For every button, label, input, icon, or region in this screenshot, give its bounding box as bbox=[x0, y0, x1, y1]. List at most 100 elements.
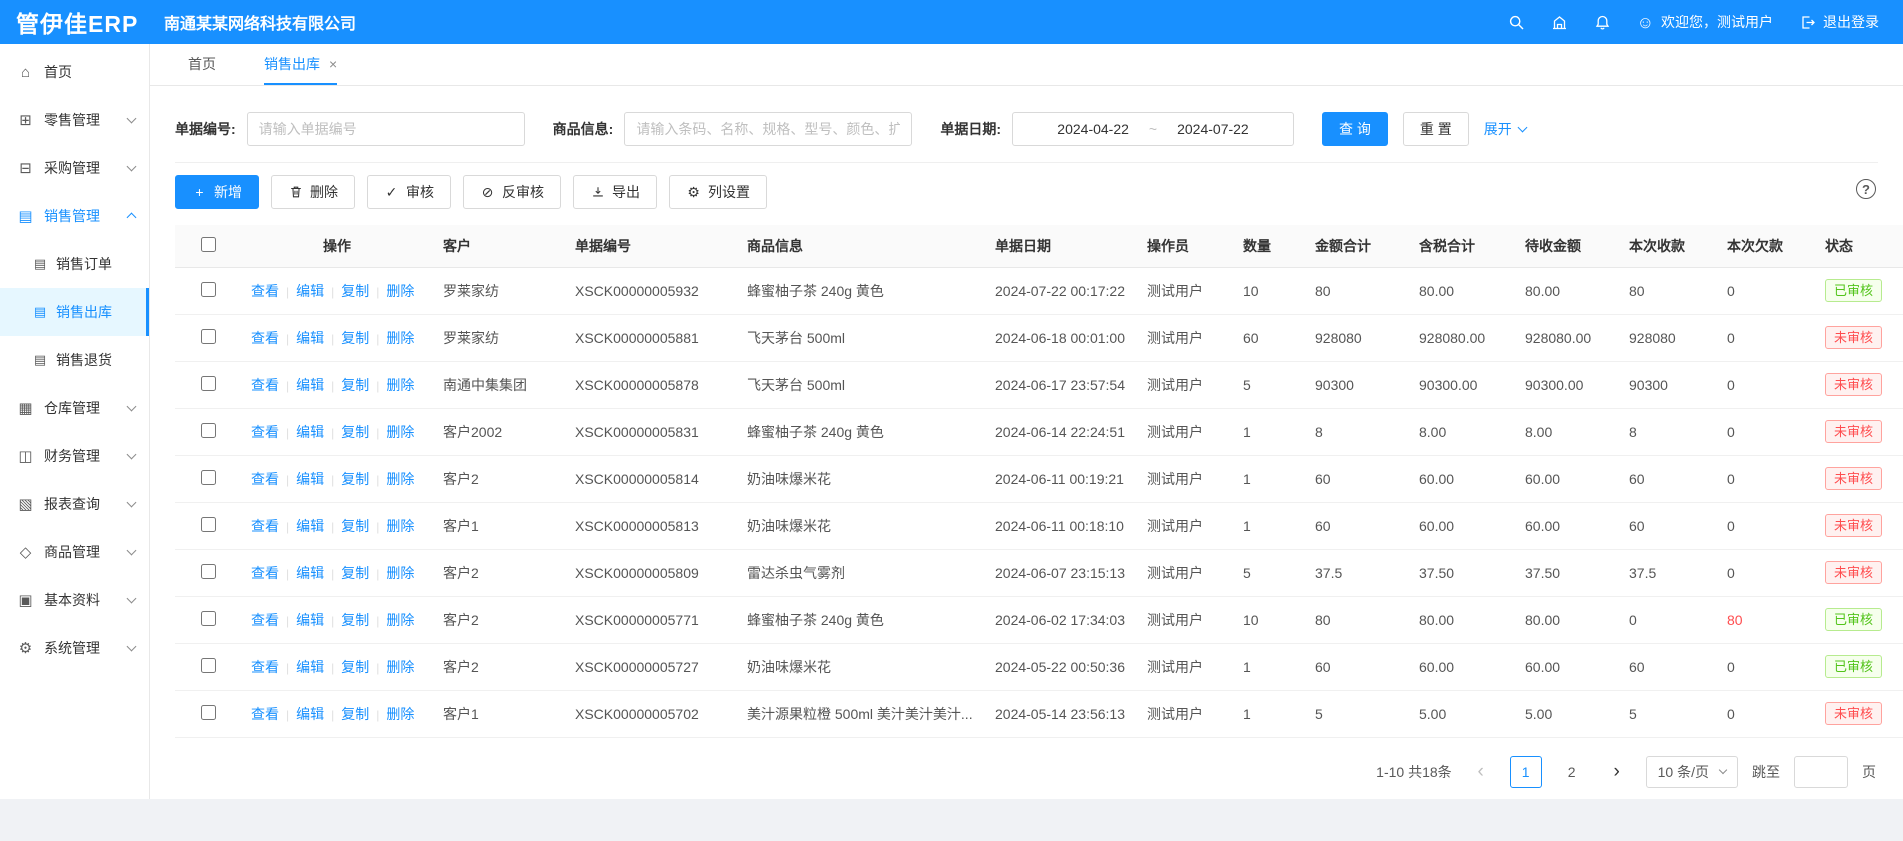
row-action-edit[interactable]: 编辑 bbox=[296, 565, 324, 581]
search-button[interactable]: 查 询 bbox=[1322, 112, 1388, 146]
sidebar-item-sales[interactable]: ▤销售管理 bbox=[0, 192, 149, 240]
row-action-copy[interactable]: 复制 bbox=[341, 565, 369, 581]
date-to-value[interactable]: 2024-07-22 bbox=[1177, 121, 1249, 137]
row-checkbox[interactable] bbox=[201, 517, 216, 532]
row-action-edit[interactable]: 编辑 bbox=[296, 612, 324, 628]
sidebar-item-retail[interactable]: ⊞零售管理 bbox=[0, 96, 149, 144]
sidebar-item-purchase[interactable]: ⊟采购管理 bbox=[0, 144, 149, 192]
row-action-copy[interactable]: 复制 bbox=[341, 424, 369, 440]
date-from-value[interactable]: 2024-04-22 bbox=[1057, 121, 1129, 137]
sidebar-item-system[interactable]: ⚙系统管理 bbox=[0, 624, 149, 672]
row-checkbox[interactable] bbox=[201, 376, 216, 391]
help-icon[interactable]: ? bbox=[1856, 179, 1876, 199]
row-action-copy[interactable]: 复制 bbox=[341, 330, 369, 346]
page-size-select[interactable]: 10 条/页 bbox=[1646, 756, 1738, 788]
row-action-copy[interactable]: 复制 bbox=[341, 518, 369, 534]
add-button[interactable]: + 新增 bbox=[175, 175, 259, 209]
sidebar-item-report[interactable]: ▧报表查询 bbox=[0, 480, 149, 528]
row-checkbox[interactable] bbox=[201, 705, 216, 720]
row-action-delete[interactable]: 删除 bbox=[386, 612, 414, 628]
sidebar-item-finance[interactable]: ◫财务管理 bbox=[0, 432, 149, 480]
row-action-view[interactable]: 查看 bbox=[251, 471, 279, 487]
row-action-view[interactable]: 查看 bbox=[251, 659, 279, 675]
row-checkbox[interactable] bbox=[201, 611, 216, 626]
sidebar-subitem-sales-return[interactable]: ▤销售退货 bbox=[0, 336, 149, 384]
row-action-view[interactable]: 查看 bbox=[251, 283, 279, 299]
row-action-edit[interactable]: 编辑 bbox=[296, 424, 324, 440]
reset-button[interactable]: 重 置 bbox=[1403, 112, 1469, 146]
sidebar-item-basicdata[interactable]: ▣基本资料 bbox=[0, 576, 149, 624]
row-action-copy[interactable]: 复制 bbox=[341, 659, 369, 675]
row-action-edit[interactable]: 编辑 bbox=[296, 330, 324, 346]
logout-button[interactable]: 退出登录 bbox=[1799, 12, 1879, 32]
page-button-2[interactable]: 2 bbox=[1556, 756, 1588, 788]
row-action-delete[interactable]: 删除 bbox=[386, 659, 414, 675]
cell-tax-total: 60.00 bbox=[1409, 502, 1515, 549]
row-action-copy[interactable]: 复制 bbox=[341, 612, 369, 628]
cell-owed: 80 bbox=[1717, 596, 1815, 643]
app-logo[interactable]: 管伊佳ERP bbox=[0, 5, 150, 39]
row-checkbox[interactable] bbox=[201, 282, 216, 297]
row-action-delete[interactable]: 删除 bbox=[386, 471, 414, 487]
row-action-delete[interactable]: 删除 bbox=[386, 706, 414, 722]
expand-filters-link[interactable]: 展开 bbox=[1484, 119, 1526, 139]
row-action-view[interactable]: 查看 bbox=[251, 377, 279, 393]
row-action-view[interactable]: 查看 bbox=[251, 518, 279, 534]
sidebar-subitem-sales-order[interactable]: ▤销售订单 bbox=[0, 240, 149, 288]
page-button-1[interactable]: 1 bbox=[1510, 756, 1542, 788]
close-icon[interactable]: × bbox=[329, 56, 337, 72]
row-checkbox[interactable] bbox=[201, 423, 216, 438]
cell-received: 90300 bbox=[1619, 361, 1717, 408]
row-action-edit[interactable]: 编辑 bbox=[296, 706, 324, 722]
sidebar-item-product[interactable]: ◇商品管理 bbox=[0, 528, 149, 576]
export-button[interactable]: 导出 bbox=[573, 175, 657, 209]
row-action-delete[interactable]: 删除 bbox=[386, 330, 414, 346]
row-checkbox[interactable] bbox=[201, 470, 216, 485]
search-icon[interactable] bbox=[1508, 14, 1525, 31]
select-all-checkbox[interactable] bbox=[201, 237, 216, 252]
row-action-copy[interactable]: 复制 bbox=[341, 377, 369, 393]
row-action-view[interactable]: 查看 bbox=[251, 330, 279, 346]
row-action-copy[interactable]: 复制 bbox=[341, 283, 369, 299]
row-action-edit[interactable]: 编辑 bbox=[296, 283, 324, 299]
row-action-view[interactable]: 查看 bbox=[251, 612, 279, 628]
tab-home[interactable]: 首页 bbox=[188, 44, 216, 85]
product-info-input[interactable] bbox=[624, 112, 912, 146]
unaudit-button[interactable]: ⊘ 反审核 bbox=[463, 175, 561, 209]
audit-button[interactable]: ✓ 审核 bbox=[367, 175, 451, 209]
row-action-copy[interactable]: 复制 bbox=[341, 471, 369, 487]
prev-page-icon[interactable]: ‹ bbox=[1466, 756, 1496, 788]
row-checkbox[interactable] bbox=[201, 658, 216, 673]
row-action-edit[interactable]: 编辑 bbox=[296, 377, 324, 393]
bell-icon[interactable] bbox=[1594, 14, 1611, 31]
row-action-copy[interactable]: 复制 bbox=[341, 706, 369, 722]
row-checkbox[interactable] bbox=[201, 564, 216, 579]
column-settings-button[interactable]: ⚙ 列设置 bbox=[669, 175, 767, 209]
row-action-edit[interactable]: 编辑 bbox=[296, 518, 324, 534]
row-checkbox[interactable] bbox=[201, 329, 216, 344]
sidebar-item-home[interactable]: ⌂首页 bbox=[0, 48, 149, 96]
row-action-delete[interactable]: 删除 bbox=[386, 424, 414, 440]
cell-product: 飞天茅台 500ml bbox=[737, 314, 985, 361]
row-action-view[interactable]: 查看 bbox=[251, 706, 279, 722]
tab-sales-outbound[interactable]: 销售出库 × bbox=[264, 44, 337, 85]
user-welcome[interactable]: ☺ 欢迎您，测试用户 bbox=[1637, 12, 1773, 32]
cell-date: 2024-06-11 00:19:21 bbox=[985, 455, 1137, 502]
sidebar-subitem-sales-outbound[interactable]: ▤销售出库 bbox=[0, 288, 149, 336]
delete-button[interactable]: 删除 bbox=[271, 175, 355, 209]
date-range-picker[interactable]: 2024-04-22 ~ 2024-07-22 bbox=[1012, 112, 1294, 146]
order-no-input[interactable] bbox=[247, 112, 525, 146]
row-action-view[interactable]: 查看 bbox=[251, 424, 279, 440]
home-nav-icon[interactable] bbox=[1551, 14, 1568, 31]
row-action-view[interactable]: 查看 bbox=[251, 565, 279, 581]
row-action-edit[interactable]: 编辑 bbox=[296, 471, 324, 487]
row-action-delete[interactable]: 删除 bbox=[386, 518, 414, 534]
row-action-delete[interactable]: 删除 bbox=[386, 565, 414, 581]
row-action-delete[interactable]: 删除 bbox=[386, 377, 414, 393]
row-action-edit[interactable]: 编辑 bbox=[296, 659, 324, 675]
jump-page-input[interactable] bbox=[1794, 756, 1848, 788]
row-action-delete[interactable]: 删除 bbox=[386, 283, 414, 299]
next-page-icon[interactable]: › bbox=[1602, 756, 1632, 788]
sidebar-item-warehouse[interactable]: ▦仓库管理 bbox=[0, 384, 149, 432]
chevron-down-icon bbox=[127, 402, 137, 412]
